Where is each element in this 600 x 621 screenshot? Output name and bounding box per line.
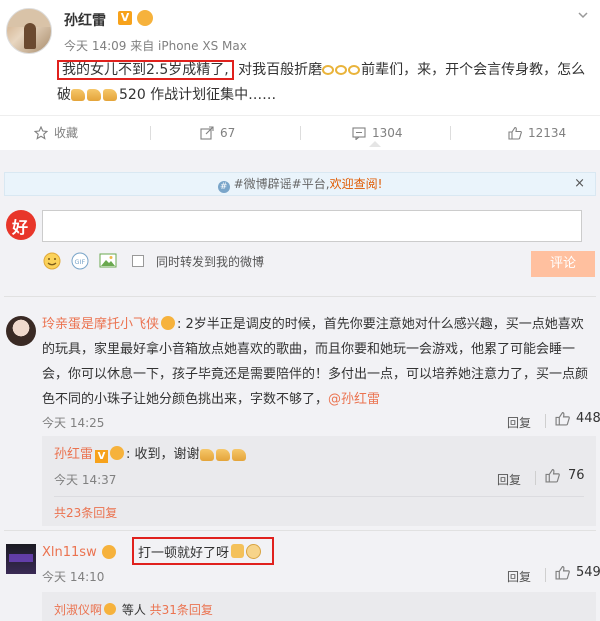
- post-meta: 今天 14:09 来自 iPhone XS Max: [64, 39, 247, 53]
- sub-reply-time: 今天 14:37: [54, 473, 117, 487]
- emoji-ring-icon: [335, 65, 348, 75]
- reply-button[interactable]: 回复: [507, 568, 531, 585]
- gif-icon[interactable]: GIF: [70, 251, 90, 271]
- info-icon: #: [217, 181, 230, 193]
- thumbs-up-icon: [555, 566, 570, 580]
- commenter-name[interactable]: 玲亲蛋是摩托小飞侠: [42, 317, 159, 332]
- sub-reply-button[interactable]: 回复: [497, 471, 521, 488]
- mention-link[interactable]: @孙红雷: [328, 392, 380, 407]
- reply-button[interactable]: 回复: [507, 414, 531, 431]
- post-text: 我的女儿不到2.5岁成精了, 对我百般折磨 前辈们，来，开个会言传身教，怎么破 52…: [57, 60, 586, 103]
- sub-reply-body: 孙红雷 V: 收到，谢谢: [54, 442, 248, 467]
- thumbs-up-icon: [545, 469, 560, 483]
- emoji-ring-icon: [322, 65, 335, 75]
- thumbs-up-icon: [555, 412, 570, 426]
- svg-text:GIF: GIF: [75, 258, 86, 266]
- vip-crown-icon: [137, 10, 153, 26]
- comment-like-button[interactable]: 448: [555, 411, 600, 426]
- emoji-hands-icon: [87, 89, 101, 101]
- user-avatar[interactable]: 好: [6, 210, 36, 240]
- vip-crown-icon: [110, 446, 125, 460]
- commenter-avatar[interactable]: [6, 544, 36, 574]
- notice-banner: # #微博辟谣#平台,欢迎查阅! ×: [4, 172, 596, 196]
- comment-time: 今天 14:25: [42, 416, 105, 430]
- vip-crown-icon: [101, 545, 116, 559]
- highlighted-comment: 打一顿就好了呀: [132, 537, 274, 565]
- author-name[interactable]: 孙红雷: [64, 10, 106, 30]
- comment-body: 玲亲蛋是摩托小飞侠: 2岁半正是调皮的时候，首先你要注意她对什么感兴趣，买一点她…: [42, 316, 589, 407]
- thumbs-up-icon: [508, 126, 522, 140]
- share-checkbox[interactable]: [132, 255, 144, 267]
- more-replies-link[interactable]: 共23条回复: [54, 504, 117, 521]
- commenter-avatar[interactable]: [6, 316, 36, 346]
- comment-body: Xln11sw: [42, 540, 121, 564]
- comment-input[interactable]: [42, 210, 582, 242]
- like-button[interactable]: 12134: [508, 116, 566, 150]
- sub-reply-name[interactable]: 孙红雷: [54, 447, 93, 462]
- close-icon[interactable]: ×: [574, 173, 585, 195]
- cat-emoji-icon: [246, 543, 262, 559]
- active-tab-arrow: [369, 141, 381, 147]
- vip-crown-icon: [161, 316, 176, 330]
- comment-icon: [352, 127, 366, 140]
- emoji-hands-icon: [71, 89, 85, 101]
- emoji-ring-icon: [348, 65, 361, 75]
- verified-badge-icon: V: [95, 450, 109, 463]
- forward-icon: [200, 126, 214, 140]
- emoji-hands-icon: [215, 448, 230, 461]
- post-action-bar: 收藏 67 1304 12134: [0, 115, 600, 149]
- sub-reply-preview: 刘淑仪啊 等人 共31条回复: [54, 603, 213, 617]
- collect-button[interactable]: 收藏: [34, 116, 78, 150]
- submit-comment-button[interactable]: 评论: [531, 251, 595, 277]
- comment-like-button[interactable]: 549: [555, 565, 600, 580]
- emoji-hands-icon: [103, 89, 117, 101]
- author-avatar[interactable]: [6, 8, 52, 54]
- emoji-hands-icon: [231, 448, 246, 461]
- forward-button[interactable]: 67: [200, 116, 235, 150]
- share-label: 同时转发到我的微博: [156, 254, 265, 269]
- more-replies-link[interactable]: 共31条回复: [150, 603, 213, 617]
- image-icon[interactable]: [98, 251, 118, 271]
- weibo-post: 孙红雷 V 今天 14:09 来自 iPhone XS Max 我的女儿不到2.…: [0, 0, 600, 110]
- sub-reply-like-button[interactable]: 76: [545, 468, 585, 483]
- highlighted-text: 我的女儿不到2.5岁成精了,: [57, 60, 234, 80]
- thumbs-up-emoji-icon: [231, 544, 245, 558]
- composer-toolbar: GIF 同时转发到我的微博: [42, 250, 264, 272]
- emoji-hands-icon: [199, 448, 214, 461]
- star-icon: [34, 126, 48, 140]
- emoji-icon[interactable]: [42, 251, 62, 271]
- chevron-down-icon[interactable]: [578, 10, 588, 20]
- vip-crown-icon: [104, 603, 117, 615]
- verified-badge-icon: V: [118, 11, 132, 25]
- comment-time: 今天 14:10: [42, 570, 105, 584]
- commenter-name[interactable]: Xln11sw: [42, 540, 97, 565]
